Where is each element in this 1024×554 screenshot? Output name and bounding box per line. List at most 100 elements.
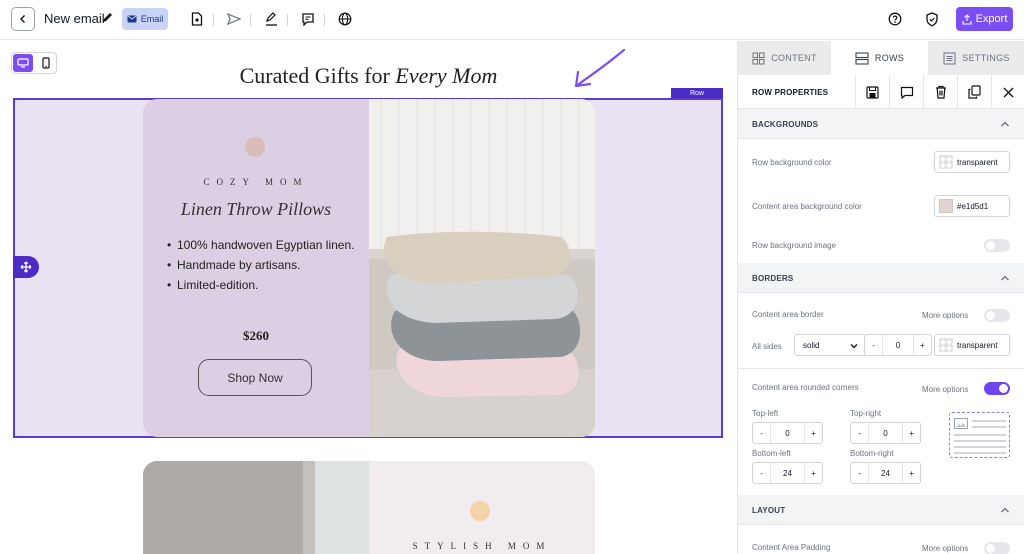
decorative-dot: [470, 501, 490, 521]
save-row-button[interactable]: [855, 75, 889, 109]
feature-item: Limited-edition.: [167, 275, 363, 295]
transparent-swatch: [939, 155, 953, 169]
border-style-select[interactable]: solid: [794, 334, 866, 356]
top-right-stepper[interactable]: - 0 +: [850, 422, 921, 444]
rounded-corners-preview: [949, 412, 1010, 458]
border-color-picker[interactable]: transparent: [934, 334, 1010, 356]
edit-underline-icon[interactable]: [262, 10, 280, 28]
content-background-color-value: #e1d5d1: [957, 201, 989, 211]
delete-row-button[interactable]: [923, 75, 957, 109]
bottom-right-label: Bottom-right: [850, 449, 894, 458]
close-panel-button[interactable]: [991, 75, 1024, 109]
chevron-up-icon: [1001, 507, 1009, 513]
decorative-dot: [245, 137, 265, 157]
chevron-up-icon: [1001, 275, 1009, 281]
padding-more-options-toggle[interactable]: [984, 542, 1010, 554]
chevron-up-icon: [1001, 121, 1009, 127]
bottom-right-value[interactable]: 24: [869, 463, 902, 483]
document-title[interactable]: New email: [44, 11, 105, 26]
feature-item: 100% handwoven Egyptian linen.: [167, 235, 363, 255]
top-right-value[interactable]: 0: [869, 423, 902, 443]
bottom-left-stepper[interactable]: - 24 +: [752, 462, 823, 484]
rounded-corners-more-options-toggle[interactable]: [984, 382, 1010, 395]
top-toolbar: New email Email Export: [0, 0, 1024, 40]
rounded-corners-label: Content area rounded corners: [752, 383, 859, 392]
decrement-button[interactable]: -: [865, 335, 883, 355]
border-width-stepper[interactable]: - 0 +: [864, 334, 932, 356]
border-color-value: transparent: [957, 340, 998, 350]
export-button[interactable]: Export: [956, 7, 1013, 31]
bottom-left-label: Bottom-left: [752, 449, 791, 458]
properties-panel: CONTENT ROWS SETTINGS ROW PROPERTIES BAC…: [737, 41, 1024, 554]
layout-title: LAYOUT: [752, 506, 786, 515]
backgrounds-section-header[interactable]: BACKGROUNDS: [738, 109, 1024, 139]
bottom-right-stepper[interactable]: - 24 +: [850, 462, 921, 484]
floppy-icon: [866, 85, 879, 99]
top-left-stepper[interactable]: - 0 +: [752, 422, 823, 444]
transparent-swatch: [939, 338, 953, 352]
back-button[interactable]: [11, 7, 35, 31]
decrement-button[interactable]: -: [851, 423, 869, 443]
help-icon[interactable]: [886, 10, 904, 28]
increment-button[interactable]: +: [902, 423, 920, 443]
edit-pencil-icon[interactable]: [101, 11, 113, 25]
content-area-padding-label: Content Area Padding: [752, 543, 831, 552]
top-right-label: Top-right: [850, 409, 882, 418]
duplicate-row-button[interactable]: [957, 75, 991, 109]
tab-rows-label: ROWS: [874, 53, 905, 63]
toolbar-divider: [250, 14, 251, 26]
product-price: $260: [243, 328, 269, 343]
tab-rows[interactable]: ROWS: [831, 41, 928, 75]
product-card[interactable]: COZY MOM Linen Throw Pillows 100% handwo…: [143, 99, 595, 437]
image-placeholder-icon: [954, 418, 968, 429]
chevron-left-icon: [20, 15, 25, 23]
increment-button[interactable]: +: [913, 335, 931, 355]
border-width-value[interactable]: 0: [883, 335, 913, 355]
send-icon[interactable]: [225, 10, 243, 28]
settings-list-icon: [943, 52, 956, 64]
top-left-value[interactable]: 0: [771, 423, 804, 443]
color-swatch: [939, 199, 953, 213]
row-properties-header: ROW PROPERTIES: [738, 75, 1024, 109]
increment-button[interactable]: +: [804, 423, 822, 443]
increment-button[interactable]: +: [804, 463, 822, 483]
bottom-left-value[interactable]: 24: [771, 463, 804, 483]
decrement-button[interactable]: -: [753, 463, 771, 483]
product-card-2[interactable]: STYLISH MOM: [143, 461, 595, 554]
globe-icon[interactable]: [336, 10, 354, 28]
move-arrows-icon: [20, 261, 32, 273]
comment-row-button[interactable]: [889, 75, 923, 109]
border-style-value: solid: [803, 340, 820, 350]
headline-text: Curated Gifts for: [239, 63, 396, 88]
divider: [738, 368, 1024, 369]
layout-section-header[interactable]: LAYOUT: [738, 495, 1024, 525]
toolbar-divider: [324, 14, 325, 26]
grid-icon: [752, 52, 765, 64]
shield-check-icon[interactable]: [923, 10, 941, 28]
comment-icon[interactable]: [299, 10, 317, 28]
product-features-list: 100% handwoven Egyptian linen. Handmade …: [167, 235, 363, 295]
tab-settings[interactable]: SETTINGS: [928, 41, 1024, 75]
headline-italic-text: Every Mom: [395, 63, 498, 88]
save-document-icon[interactable]: [188, 10, 206, 28]
row-background-color-picker[interactable]: transparent: [934, 151, 1010, 173]
decrement-button[interactable]: -: [753, 423, 771, 443]
backgrounds-title: BACKGROUNDS: [752, 120, 819, 129]
content-background-color-picker[interactable]: #e1d5d1: [934, 195, 1010, 217]
borders-section-header[interactable]: BORDERS: [738, 263, 1024, 293]
row-background-image-toggle[interactable]: [984, 239, 1010, 252]
product-brand: COZY MOM: [203, 177, 309, 187]
marble-photo: [143, 461, 369, 554]
shop-now-button[interactable]: Shop Now: [198, 359, 312, 396]
row-move-handle[interactable]: [13, 256, 39, 278]
product-2-brand: STYLISH MOM: [412, 541, 552, 551]
tab-content[interactable]: CONTENT: [738, 41, 831, 75]
content-background-color-label: Content area background color: [752, 202, 862, 211]
decrement-button[interactable]: -: [851, 463, 869, 483]
increment-button[interactable]: +: [902, 463, 920, 483]
more-options-label: More options: [922, 544, 969, 553]
border-more-options-toggle[interactable]: [984, 309, 1010, 322]
borders-title: BORDERS: [752, 274, 794, 283]
all-sides-label: All sides: [752, 342, 782, 351]
feature-item: Handmade by artisans.: [167, 255, 363, 275]
